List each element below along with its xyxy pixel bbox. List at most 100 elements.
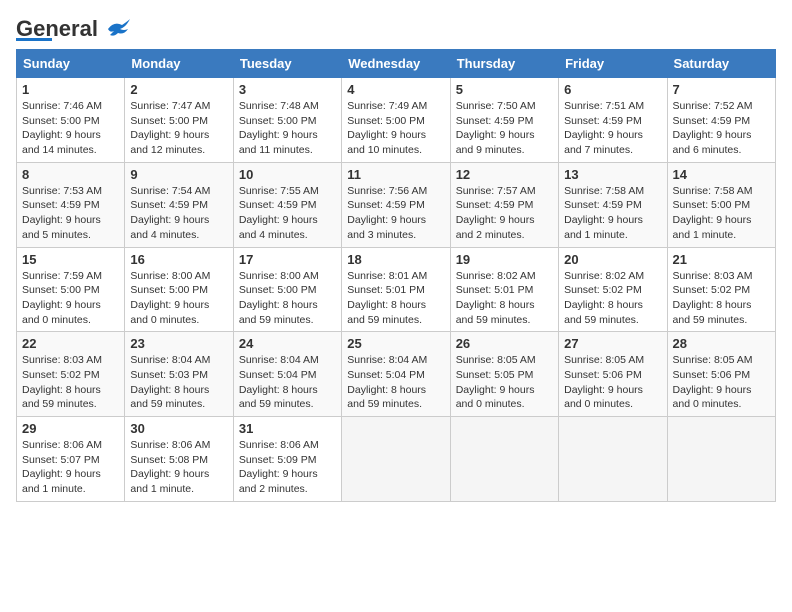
day-number: 10	[239, 167, 336, 182]
day-number: 26	[456, 336, 553, 351]
calendar-cell: 19Sunrise: 8:02 AMSunset: 5:01 PMDayligh…	[450, 247, 558, 332]
day-info: Sunrise: 8:06 AMSunset: 5:09 PMDaylight:…	[239, 438, 336, 497]
day-number: 5	[456, 82, 553, 97]
calendar-cell: 24 Sunrise: 8:04 AMSunset: 5:04 PMDayligh…	[233, 332, 341, 417]
day-info: Sunrise: 7:52 AMSunset: 4:59 PMDaylight:…	[673, 99, 770, 158]
calendar-cell: 23 Sunrise: 8:04 AMSunset: 5:03 PMDayligh…	[125, 332, 233, 417]
day-number: 25	[347, 336, 444, 351]
day-number: 13	[564, 167, 661, 182]
calendar-week-row: 1 Sunrise: 7:46 AMSunset: 5:00 PMDaylight…	[17, 78, 776, 163]
day-number: 15	[22, 252, 119, 267]
day-number: 27	[564, 336, 661, 351]
day-info: Sunrise: 7:50 AMSunset: 4:59 PMDaylight:…	[456, 99, 553, 158]
page-header: General	[16, 16, 776, 41]
calendar-week-row: 29 Sunrise: 8:06 AMSunset: 5:07 PMDayligh…	[17, 417, 776, 502]
day-info: Sunrise: 7:48 AMSunset: 5:00 PMDaylight:…	[239, 99, 336, 158]
day-number: 30	[130, 421, 227, 436]
calendar-cell: 4 Sunrise: 7:49 AMSunset: 5:00 PMDaylight…	[342, 78, 450, 163]
day-info: Sunrise: 7:58 AMSunset: 4:59 PMDaylight:…	[564, 184, 661, 243]
calendar-cell: 11 Sunrise: 7:56 AMSunset: 4:59 PMDayligh…	[342, 162, 450, 247]
calendar-cell: 29 Sunrise: 8:06 AMSunset: 5:07 PMDayligh…	[17, 417, 125, 502]
calendar-cell: 14Sunrise: 7:58 AMSunset: 5:00 PMDayligh…	[667, 162, 775, 247]
day-number: 4	[347, 82, 444, 97]
calendar-cell: 12 Sunrise: 7:57 AMSunset: 4:59 PMDayligh…	[450, 162, 558, 247]
logo-bird-icon	[100, 17, 132, 41]
calendar-cell: 15 Sunrise: 7:59 AMSunset: 5:00 PMDayligh…	[17, 247, 125, 332]
calendar-cell: 9Sunrise: 7:54 AMSunset: 4:59 PMDaylight…	[125, 162, 233, 247]
calendar-cell: 27 Sunrise: 8:05 AMSunset: 5:06 PMDayligh…	[559, 332, 667, 417]
logo: General	[16, 16, 132, 41]
calendar-cell: 20 Sunrise: 8:02 AMSunset: 5:02 PMDayligh…	[559, 247, 667, 332]
day-info: Sunrise: 8:05 AMSunset: 5:05 PMDaylight:…	[456, 353, 553, 412]
day-info: Sunrise: 7:51 AMSunset: 4:59 PMDaylight:…	[564, 99, 661, 158]
day-number: 23	[130, 336, 227, 351]
calendar-cell: 7 Sunrise: 7:52 AMSunset: 4:59 PMDaylight…	[667, 78, 775, 163]
day-number: 9	[130, 167, 227, 182]
day-info: Sunrise: 7:46 AMSunset: 5:00 PMDaylight:…	[22, 99, 119, 158]
calendar-cell: 30 Sunrise: 8:06 AMSunset: 5:08 PMDayligh…	[125, 417, 233, 502]
day-number: 28	[673, 336, 770, 351]
day-number: 12	[456, 167, 553, 182]
day-number: 17	[239, 252, 336, 267]
calendar-week-row: 15 Sunrise: 7:59 AMSunset: 5:00 PMDayligh…	[17, 247, 776, 332]
day-info: Sunrise: 8:06 AMSunset: 5:08 PMDaylight:…	[130, 438, 227, 497]
calendar-cell: 31Sunrise: 8:06 AMSunset: 5:09 PMDayligh…	[233, 417, 341, 502]
calendar-cell: 17Sunrise: 8:00 AMSunset: 5:00 PMDayligh…	[233, 247, 341, 332]
logo-line	[16, 38, 52, 41]
day-info: Sunrise: 8:04 AMSunset: 5:04 PMDaylight:…	[239, 353, 336, 412]
weekday-header-friday: Friday	[559, 50, 667, 78]
day-info: Sunrise: 7:56 AMSunset: 4:59 PMDaylight:…	[347, 184, 444, 243]
day-info: Sunrise: 7:55 AMSunset: 4:59 PMDaylight:…	[239, 184, 336, 243]
day-info: Sunrise: 7:47 AMSunset: 5:00 PMDaylight:…	[130, 99, 227, 158]
calendar-header-row: SundayMondayTuesdayWednesdayThursdayFrid…	[17, 50, 776, 78]
day-number: 24	[239, 336, 336, 351]
calendar-cell: 25 Sunrise: 8:04 AMSunset: 5:04 PMDayligh…	[342, 332, 450, 417]
calendar-cell: 16Sunrise: 8:00 AMSunset: 5:00 PMDayligh…	[125, 247, 233, 332]
day-info: Sunrise: 8:04 AMSunset: 5:04 PMDaylight:…	[347, 353, 444, 412]
day-number: 18	[347, 252, 444, 267]
day-info: Sunrise: 8:05 AMSunset: 5:06 PMDaylight:…	[673, 353, 770, 412]
day-info: Sunrise: 8:05 AMSunset: 5:06 PMDaylight:…	[564, 353, 661, 412]
weekday-header-monday: Monday	[125, 50, 233, 78]
weekday-header-tuesday: Tuesday	[233, 50, 341, 78]
weekday-header-thursday: Thursday	[450, 50, 558, 78]
day-number: 20	[564, 252, 661, 267]
day-number: 19	[456, 252, 553, 267]
day-info: Sunrise: 8:03 AMSunset: 5:02 PMDaylight:…	[22, 353, 119, 412]
day-info: Sunrise: 8:03 AMSunset: 5:02 PMDaylight:…	[673, 269, 770, 328]
day-number: 3	[239, 82, 336, 97]
calendar-cell: 18Sunrise: 8:01 AMSunset: 5:01 PMDayligh…	[342, 247, 450, 332]
day-info: Sunrise: 8:02 AMSunset: 5:02 PMDaylight:…	[564, 269, 661, 328]
weekday-header-saturday: Saturday	[667, 50, 775, 78]
day-info: Sunrise: 7:57 AMSunset: 4:59 PMDaylight:…	[456, 184, 553, 243]
calendar-cell: 1 Sunrise: 7:46 AMSunset: 5:00 PMDaylight…	[17, 78, 125, 163]
calendar-cell: 21 Sunrise: 8:03 AMSunset: 5:02 PMDayligh…	[667, 247, 775, 332]
calendar-cell: 5 Sunrise: 7:50 AMSunset: 4:59 PMDaylight…	[450, 78, 558, 163]
calendar-cell	[450, 417, 558, 502]
calendar-cell: 28 Sunrise: 8:05 AMSunset: 5:06 PMDayligh…	[667, 332, 775, 417]
day-number: 22	[22, 336, 119, 351]
calendar-cell	[342, 417, 450, 502]
day-number: 2	[130, 82, 227, 97]
calendar-cell: 22 Sunrise: 8:03 AMSunset: 5:02 PMDayligh…	[17, 332, 125, 417]
day-number: 29	[22, 421, 119, 436]
calendar-cell: 13 Sunrise: 7:58 AMSunset: 4:59 PMDayligh…	[559, 162, 667, 247]
day-info: Sunrise: 7:59 AMSunset: 5:00 PMDaylight:…	[22, 269, 119, 328]
day-number: 21	[673, 252, 770, 267]
day-number: 6	[564, 82, 661, 97]
calendar-table: SundayMondayTuesdayWednesdayThursdayFrid…	[16, 49, 776, 502]
day-info: Sunrise: 7:49 AMSunset: 5:00 PMDaylight:…	[347, 99, 444, 158]
day-number: 14	[673, 167, 770, 182]
day-number: 11	[347, 167, 444, 182]
day-number: 8	[22, 167, 119, 182]
day-number: 1	[22, 82, 119, 97]
calendar-cell: 6 Sunrise: 7:51 AMSunset: 4:59 PMDaylight…	[559, 78, 667, 163]
day-info: Sunrise: 8:04 AMSunset: 5:03 PMDaylight:…	[130, 353, 227, 412]
day-info: Sunrise: 8:00 AMSunset: 5:00 PMDaylight:…	[130, 269, 227, 328]
day-number: 7	[673, 82, 770, 97]
calendar-week-row: 22 Sunrise: 8:03 AMSunset: 5:02 PMDayligh…	[17, 332, 776, 417]
calendar-cell: 10 Sunrise: 7:55 AMSunset: 4:59 PMDayligh…	[233, 162, 341, 247]
day-info: Sunrise: 8:06 AMSunset: 5:07 PMDaylight:…	[22, 438, 119, 497]
calendar-cell	[559, 417, 667, 502]
calendar-cell: 26 Sunrise: 8:05 AMSunset: 5:05 PMDayligh…	[450, 332, 558, 417]
